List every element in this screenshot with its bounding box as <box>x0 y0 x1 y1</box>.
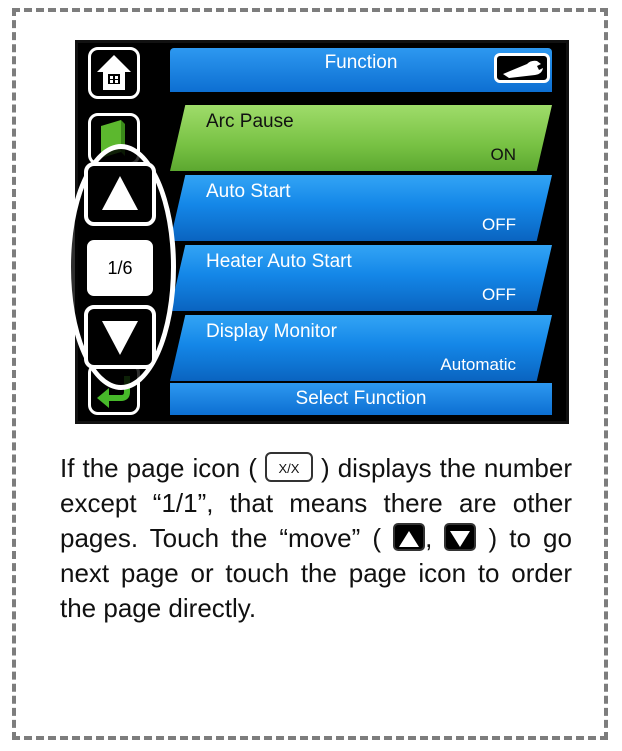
footer-bar: Select Function <box>170 383 552 415</box>
page-up-button[interactable] <box>84 162 156 226</box>
row-value: ON <box>490 145 517 164</box>
row-label: Auto Start <box>206 181 291 202</box>
up-arrow-icon <box>102 176 138 210</box>
row-value: Automatic <box>440 355 516 374</box>
description-separator: , <box>425 523 433 553</box>
page-icon-sample: X/X <box>264 452 313 483</box>
description-text: If the page icon ( X/X ) displays the nu… <box>60 451 572 626</box>
list-item-heater-auto-start[interactable]: Heater Auto Start OFF <box>170 245 552 311</box>
page-down-button[interactable] <box>84 305 156 369</box>
home-icon <box>97 55 131 90</box>
list-item-display-monitor[interactable]: Display Monitor Automatic <box>170 315 552 381</box>
home-button[interactable] <box>88 47 140 99</box>
up-arrow-icon <box>393 523 426 552</box>
row-label: Heater Auto Start <box>206 251 352 272</box>
tool-button[interactable] <box>494 53 550 83</box>
list-item-auto-start[interactable]: Auto Start OFF <box>170 175 552 241</box>
down-arrow-icon <box>102 321 138 355</box>
row-label: Display Monitor <box>206 321 337 342</box>
footer-label: Select Function <box>295 388 427 409</box>
wrench-icon <box>503 60 543 78</box>
description-part-1: If the page icon ( <box>60 453 257 483</box>
row-value: OFF <box>482 285 516 304</box>
row-label: Arc Pause <box>206 111 294 132</box>
list-item-arc-pause[interactable]: Arc Pause ON <box>170 105 552 171</box>
row-value: OFF <box>482 215 516 234</box>
down-arrow-icon <box>444 523 477 552</box>
page-indicator-button[interactable]: 1/6 <box>84 237 156 299</box>
